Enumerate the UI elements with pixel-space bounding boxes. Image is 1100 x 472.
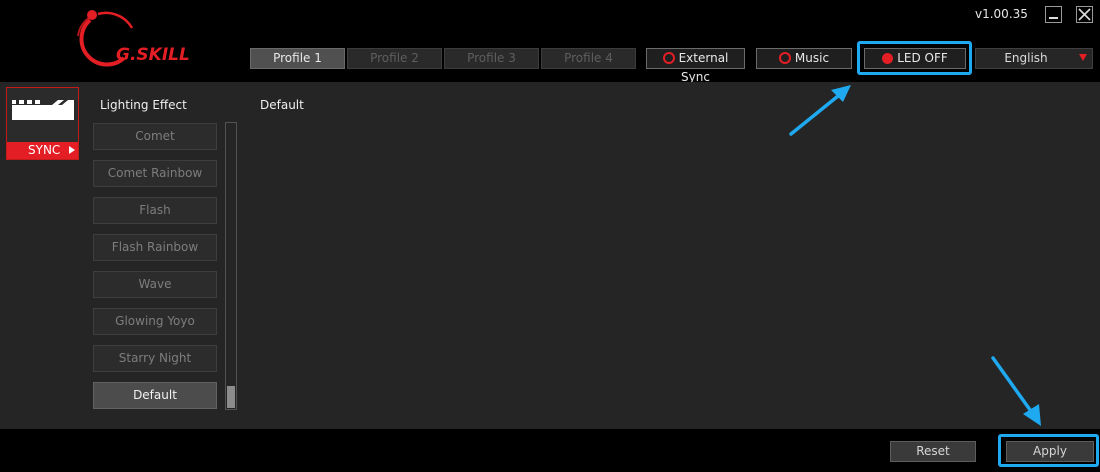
- version-label: v1.00.35: [975, 7, 1028, 21]
- effect-item-default[interactable]: Default: [93, 382, 217, 409]
- svg-text:G.SKILL: G.SKILL: [116, 45, 190, 65]
- apply-highlight: [998, 434, 1099, 467]
- effect-item-starry-night[interactable]: Starry Night: [93, 345, 217, 372]
- external-sync-button[interactable]: External Sync: [646, 48, 745, 84]
- device-sync-tile[interactable]: SYNC: [6, 87, 79, 160]
- arrow-pointer-apply-icon: [991, 356, 1041, 426]
- close-icon: [1078, 8, 1091, 21]
- reset-button[interactable]: Reset: [890, 441, 976, 462]
- effect-item-comet-rainbow[interactable]: Comet Rainbow: [93, 160, 217, 187]
- sync-label: SYNC: [7, 142, 78, 159]
- effect-item-wave[interactable]: Wave: [93, 271, 217, 298]
- sync-label-text: SYNC: [28, 143, 61, 157]
- effect-item-comet[interactable]: Comet: [93, 123, 217, 150]
- ram-module-icon: [12, 100, 74, 120]
- gskill-logo: G.SKILL: [77, 10, 190, 67]
- language-value: English: [1004, 51, 1048, 65]
- tab-profile-3[interactable]: Profile 3: [444, 48, 539, 69]
- music-button[interactable]: Music: [756, 48, 852, 69]
- effect-item-flash[interactable]: Flash: [93, 197, 217, 224]
- chevron-down-icon: [1079, 54, 1087, 61]
- close-button[interactable]: [1076, 6, 1093, 23]
- tab-profile-4[interactable]: Profile 4: [541, 48, 636, 69]
- music-label: Music: [794, 51, 830, 65]
- led-off-highlight: [857, 41, 972, 75]
- lighting-effect-heading: Lighting Effect: [100, 98, 187, 112]
- music-ring-icon: [778, 52, 791, 64]
- effect-list-scrollbar[interactable]: [225, 122, 237, 410]
- language-select[interactable]: English: [975, 48, 1093, 69]
- effect-item-flash-rainbow[interactable]: Flash Rainbow: [93, 234, 217, 261]
- tab-profile-1[interactable]: Profile 1: [250, 48, 345, 69]
- current-effect-title: Default: [260, 98, 304, 112]
- arrow-pointer-led-icon: [789, 85, 851, 136]
- minimize-button[interactable]: [1045, 6, 1062, 23]
- effect-item-glowing-yoyo[interactable]: Glowing Yoyo: [93, 308, 217, 335]
- scrollbar-thumb[interactable]: [227, 386, 235, 408]
- external-sync-ring-icon: [662, 52, 675, 64]
- tab-profile-2[interactable]: Profile 2: [347, 48, 442, 69]
- chevron-right-icon: [69, 146, 75, 154]
